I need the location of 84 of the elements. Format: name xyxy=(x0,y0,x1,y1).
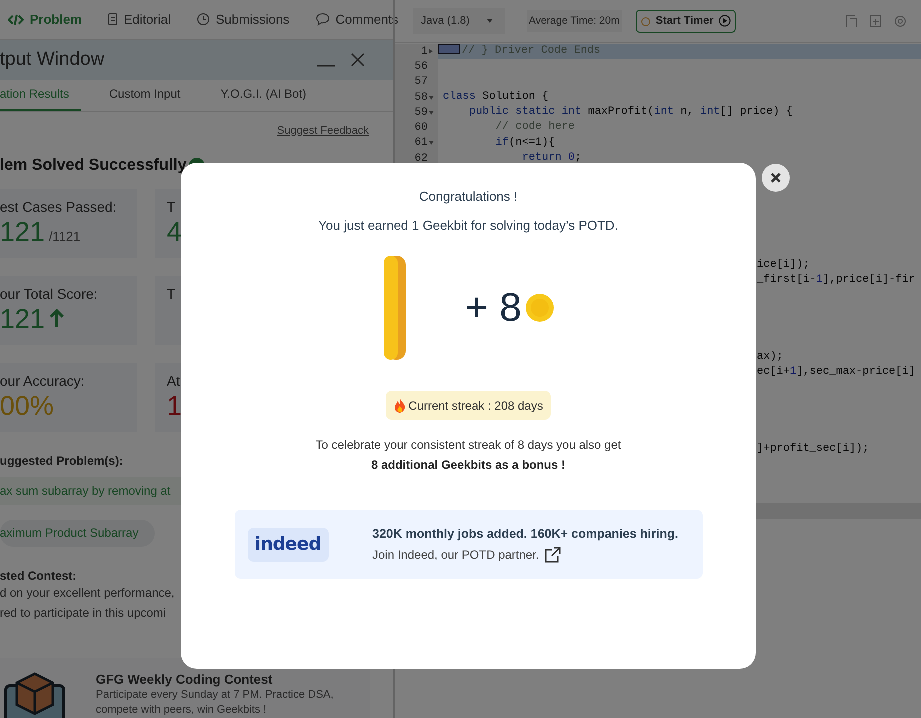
coin-icon xyxy=(526,294,554,322)
line-number: 62 xyxy=(414,152,428,165)
contest-description: Participate every Sunday at 7 PM. Practice DSA, xyxy=(96,689,334,702)
stat-label: T xyxy=(167,199,177,216)
code-line: ice[i]); xyxy=(757,258,810,274)
add-file-icon[interactable] xyxy=(870,14,882,28)
code-line: class Solution { xyxy=(443,90,549,105)
contest-description: compete with peers, win Geekbits ! xyxy=(96,704,267,718)
document-icon xyxy=(108,13,118,26)
problem-tag[interactable]: aximum Product Subarray xyxy=(0,520,155,548)
fold-icon[interactable] xyxy=(429,96,434,100)
partner-headline: 320K monthly jobs added. 160K+ companies hiring. xyxy=(372,526,678,540)
settings-icon[interactable] xyxy=(894,14,907,28)
stat-label: At xyxy=(167,373,182,390)
tab-label: Editorial xyxy=(124,12,171,28)
bonus-note: To celebrate your consistent streak of 8 days you also get xyxy=(316,438,622,452)
stat-value: 4 xyxy=(167,217,182,248)
problem-tab[interactable]: Comments xyxy=(316,12,399,28)
line-number: 59 xyxy=(414,106,428,119)
line-number: 60 xyxy=(414,122,428,134)
flame-icon xyxy=(394,398,406,413)
section-heading: uggested Problem(s): xyxy=(0,454,124,468)
section-heading: sted Contest: xyxy=(0,569,77,584)
stat-label: T xyxy=(167,286,177,302)
code-line: return 0; xyxy=(521,151,582,166)
language-select[interactable]: Java (1.8) xyxy=(413,8,505,34)
stat-value: 1 xyxy=(167,391,182,422)
package-icon xyxy=(4,672,66,718)
fold-icon[interactable] xyxy=(429,49,433,54)
output-tab[interactable]: Y.O.G.I. (AI Bot) xyxy=(220,80,319,112)
partner-link[interactable]: Join Indeed, our POTD partner. xyxy=(372,546,678,562)
folded-code-marker[interactable] xyxy=(438,44,460,54)
code-line: _first[i-1],price[i]-fir xyxy=(757,273,916,288)
play-icon xyxy=(718,15,731,27)
contest-note: d on your excellent performance, xyxy=(0,585,175,602)
caret-icon xyxy=(487,19,493,23)
stat-value: 00% xyxy=(0,391,54,422)
clock-icon xyxy=(196,13,210,26)
start-timer-button[interactable]: Start Timer xyxy=(636,10,736,32)
code-line: ec[i+1],sec_max-price[i] xyxy=(757,365,916,380)
code-line: // code here xyxy=(494,120,576,136)
code-icon xyxy=(8,14,24,26)
contest-note: red to participate in this upcomi xyxy=(0,605,166,622)
problem-tab[interactable]: Submissions xyxy=(196,12,290,28)
line-number: 57 xyxy=(414,76,428,88)
status-message: lem Solved Successfully xyxy=(0,157,187,176)
code-line: ]+profit_sec[i]); xyxy=(757,442,870,457)
partner-logo: indeed xyxy=(248,528,328,562)
stat-label: our Total Score: xyxy=(0,286,99,302)
streak-text: Current streak : 208 days xyxy=(408,398,544,412)
contest-title: GFG Weekly Coding Contest xyxy=(96,672,273,688)
output-tab[interactable]: Custom Input xyxy=(109,80,193,112)
external-link-icon xyxy=(545,546,562,562)
stat-label: est Cases Passed: xyxy=(0,199,118,216)
stat-value: 121 xyxy=(0,217,46,248)
close-icon xyxy=(771,173,781,183)
chat-icon xyxy=(316,13,330,26)
bonus-note: 8 additional Geekbits as a bonus ! xyxy=(371,458,566,472)
code-line: // } Driver Code Ends xyxy=(462,44,601,59)
line-number: 56 xyxy=(414,60,428,73)
fold-icon[interactable] xyxy=(429,141,434,146)
tab-label: Submissions xyxy=(216,12,290,28)
tab-label: Problem xyxy=(30,12,82,28)
fold-icon[interactable] xyxy=(429,110,434,115)
code-line: public static int maxProfit(int n, int[] price) { xyxy=(468,105,793,120)
code-line: ax); xyxy=(757,350,784,365)
line-number: 1 xyxy=(421,46,428,58)
line-number: 58 xyxy=(414,92,428,104)
bonus-amount: + 8 xyxy=(465,286,522,330)
line-number: 61 xyxy=(414,137,428,150)
code-line: if(n<=1){ xyxy=(494,136,556,151)
stat-label: our Accuracy: xyxy=(0,373,86,390)
tab-label: Comments xyxy=(336,12,399,28)
close-icon[interactable] xyxy=(351,53,365,68)
coin-icon xyxy=(383,255,408,361)
stat-value: 121 xyxy=(0,304,46,336)
dialog-title: Congratulations ! xyxy=(419,189,518,204)
window-title: tput Window xyxy=(0,49,105,72)
feedback-link[interactable]: Suggest Feedback xyxy=(277,125,369,138)
problem-tab[interactable]: Editorial xyxy=(108,12,171,28)
dialog-subtitle: You just earned 1 Geekbit for solving today’s POTD. xyxy=(318,218,618,233)
average-time: Average Time: 20m xyxy=(527,10,622,32)
stat-total: /1121 xyxy=(49,229,81,244)
problem-tab[interactable]: Problem xyxy=(8,12,82,28)
